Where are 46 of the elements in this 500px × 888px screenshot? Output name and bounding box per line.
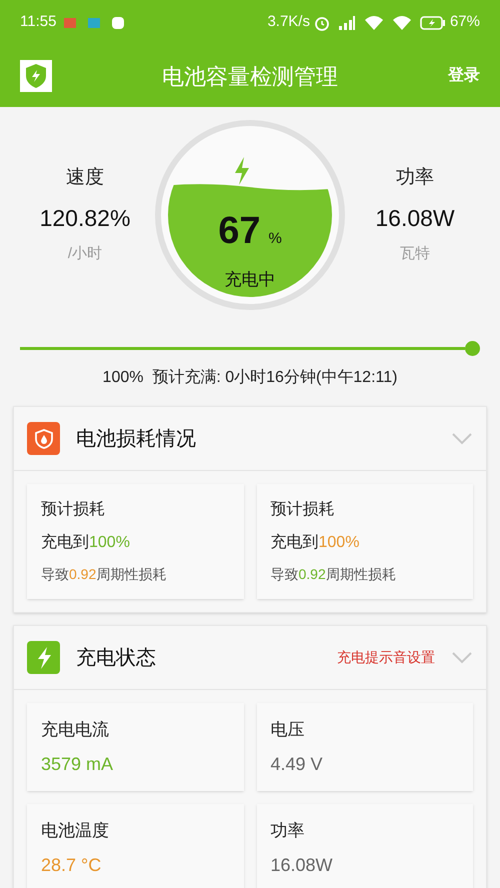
card-value: 28.7 °C — [41, 854, 102, 876]
loss-note: 导致0.92周期性损耗 — [41, 565, 168, 584]
status-time: 11:55 — [20, 12, 56, 32]
percent-unit: % — [268, 229, 282, 249]
card-value: 3579 mA — [41, 752, 114, 776]
stat-label: 速度 — [66, 166, 104, 190]
lightning-icon — [27, 641, 60, 674]
battery-icon — [420, 16, 446, 30]
app-logo-icon — [20, 60, 52, 92]
login-link[interactable]: 登录 — [448, 64, 480, 88]
network-speed: 3.7K/s — [267, 12, 310, 32]
chevron-down-icon[interactable] — [451, 650, 473, 664]
stat-value: 120.82% — [40, 204, 130, 233]
panel-title: 电池损耗情况 — [76, 426, 197, 452]
charge-target: 充电到100% — [41, 532, 131, 553]
chevron-down-icon[interactable] — [451, 432, 473, 446]
sound-settings-link[interactable]: 充电提示音设置 — [337, 647, 435, 668]
lightning-icon — [233, 157, 251, 185]
card-title: 功率 — [270, 820, 306, 842]
wifi-icon — [364, 15, 384, 30]
notification-icon — [88, 18, 100, 28]
card-title: 电压 — [270, 719, 306, 741]
card-value: 4.49 V — [270, 752, 324, 776]
charging-state: 充电中 — [224, 269, 276, 291]
charge-estimate: 100% 预计充满: 0小时16分钟(中午12:11) — [102, 368, 398, 388]
card-title: 电池温度 — [41, 820, 110, 842]
wifi-icon — [392, 15, 412, 30]
charge-slider[interactable] — [20, 341, 480, 356]
alarm-icon — [314, 14, 330, 30]
stat-unit: 瓦特 — [400, 244, 430, 264]
signal-icon — [338, 16, 356, 30]
stat-label: 功率 — [396, 166, 434, 190]
card-title: 预计损耗 — [270, 500, 336, 520]
battery-percent-value: 67 — [218, 209, 260, 254]
loss-note: 导致0.92周期性损耗 — [270, 565, 397, 584]
stat-unit: /小时 — [68, 244, 102, 264]
notification-icon — [64, 18, 76, 28]
app-title: 电池容量检测管理 — [161, 62, 339, 90]
card-title: 预计损耗 — [41, 500, 106, 520]
battery-loss-icon — [27, 422, 60, 455]
stat-value: 16.08W — [375, 204, 455, 233]
charge-target: 充电到100% — [270, 532, 360, 553]
card-value: 16.08W — [270, 854, 334, 876]
battery-percent: 67% — [450, 12, 480, 32]
card-title: 充电电流 — [41, 719, 110, 741]
panel-title: 充电状态 — [76, 646, 157, 670]
